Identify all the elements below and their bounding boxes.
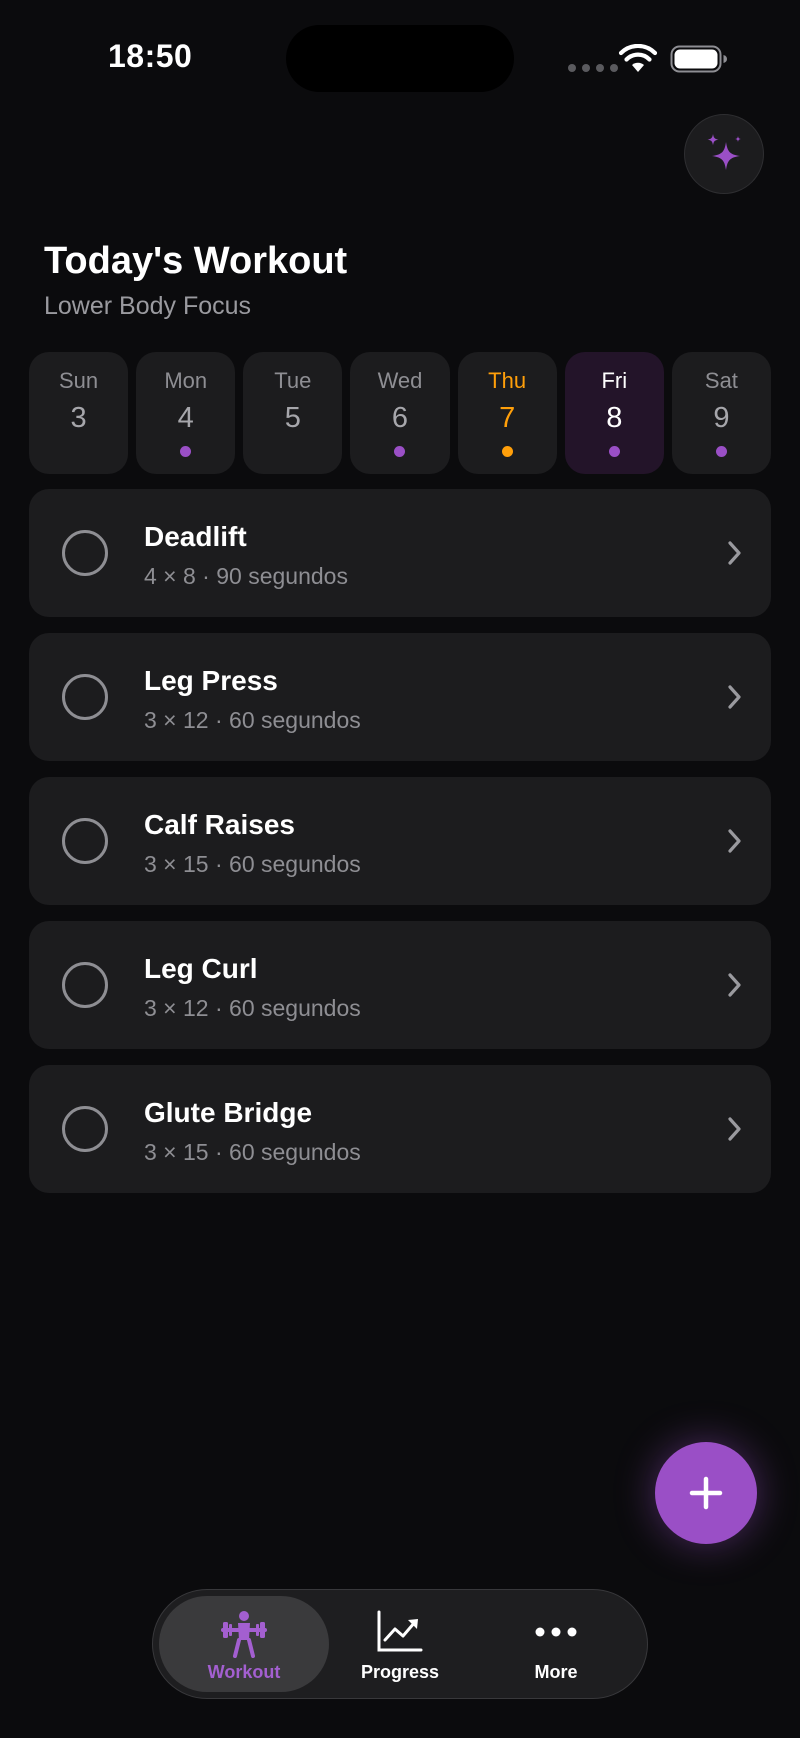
day-label: Mon [164,368,208,393]
battery-icon [670,45,727,73]
day-date: 9 [713,402,730,434]
complete-checkbox[interactable] [62,674,108,720]
day-sat[interactable]: Sat 9 [671,352,771,474]
more-dots-icon [535,1627,577,1637]
add-exercise-button[interactable] [655,1442,757,1544]
exercise-detail: 3 × 15 · 60 segundos [144,1139,361,1165]
tab-more[interactable]: More [471,1596,641,1692]
day-label: Sat [704,368,738,393]
day-tue[interactable]: Tue 5 [243,352,343,474]
exercise-name: Leg Curl [144,953,258,984]
cellular-signal-icon [568,64,618,72]
day-label: Tue [274,368,312,393]
weightlifter-icon [221,1611,267,1658]
complete-checkbox[interactable] [62,530,108,576]
day-label: Wed [377,368,423,393]
exercise-detail: 4 × 8 · 90 segundos [144,563,348,589]
chevron-right-icon [728,829,741,853]
day-date: 4 [177,402,194,434]
plus-icon [689,1476,723,1510]
sparkles-icon [707,134,741,170]
exercise-row[interactable]: Leg Press 3 × 12 · 60 segundos [29,633,771,761]
chevron-right-icon [728,1117,741,1141]
exercise-row[interactable]: Glute Bridge 3 × 15 · 60 segundos [29,1065,771,1193]
exercise-row[interactable]: Leg Curl 3 × 12 · 60 segundos [29,921,771,1049]
ai-suggest-button[interactable] [684,114,764,194]
complete-checkbox[interactable] [62,818,108,864]
exercise-name: Calf Raises [144,809,295,840]
exercise-name: Leg Press [144,665,278,696]
day-date: 6 [391,402,409,434]
tab-workout[interactable]: Workout [159,1596,329,1692]
status-time: 18:50 [108,38,193,74]
dynamic-island [286,25,514,92]
exercise-row[interactable]: Calf Raises 3 × 15 · 60 segundos [29,777,771,905]
page-title: Today's Workout [44,240,348,282]
day-fri[interactable]: Fri 8 [564,352,664,474]
day-label: Sun [58,368,99,393]
workout-indicator-dot [715,446,727,457]
exercise-list: Deadlift 4 × 8 · 90 segundos Leg Press 3… [29,489,771,1209]
tab-label: More [534,1662,578,1682]
exercise-name: Deadlift [144,521,247,552]
exercise-name: Glute Bridge [144,1097,313,1128]
day-wed[interactable]: Wed 6 [350,352,450,474]
tab-progress[interactable]: Progress [315,1596,485,1692]
exercise-detail: 3 × 15 · 60 segundos [144,851,361,877]
tab-label: Progress [360,1662,440,1682]
wifi-icon [618,44,658,72]
day-date: 8 [606,402,623,434]
day-label: Fri [601,368,628,393]
workout-indicator-dot [180,446,192,457]
chart-trend-icon [377,1610,423,1652]
day-thu[interactable]: Thu 7 [457,352,557,474]
day-sun[interactable]: Sun 3 [29,352,129,474]
tab-label: Workout [207,1662,281,1682]
workout-indicator-dot [608,446,620,457]
day-label: Thu [488,368,527,393]
tab-bar: Workout Progress More [152,1589,648,1699]
day-date: 5 [284,402,301,434]
workout-indicator-dot [394,446,406,457]
day-date: 3 [70,402,87,434]
chevron-right-icon [728,973,741,997]
day-date: 7 [499,402,516,434]
complete-checkbox[interactable] [62,1106,108,1152]
page-subtitle: Lower Body Focus [44,292,252,320]
chevron-right-icon [728,541,741,565]
exercise-detail: 3 × 12 · 60 segundos [144,995,361,1021]
chevron-right-icon [728,685,741,709]
workout-indicator-dot [501,446,513,457]
exercise-detail: 3 × 12 · 60 segundos [144,707,361,733]
complete-checkbox[interactable] [62,962,108,1008]
day-mon[interactable]: Mon 4 [136,352,236,474]
exercise-row[interactable]: Deadlift 4 × 8 · 90 segundos [29,489,771,617]
week-day-selector: Sun 3 Mon 4 Tue 5 Wed 6 Thu 7 Fri 8 Sat … [29,352,771,474]
